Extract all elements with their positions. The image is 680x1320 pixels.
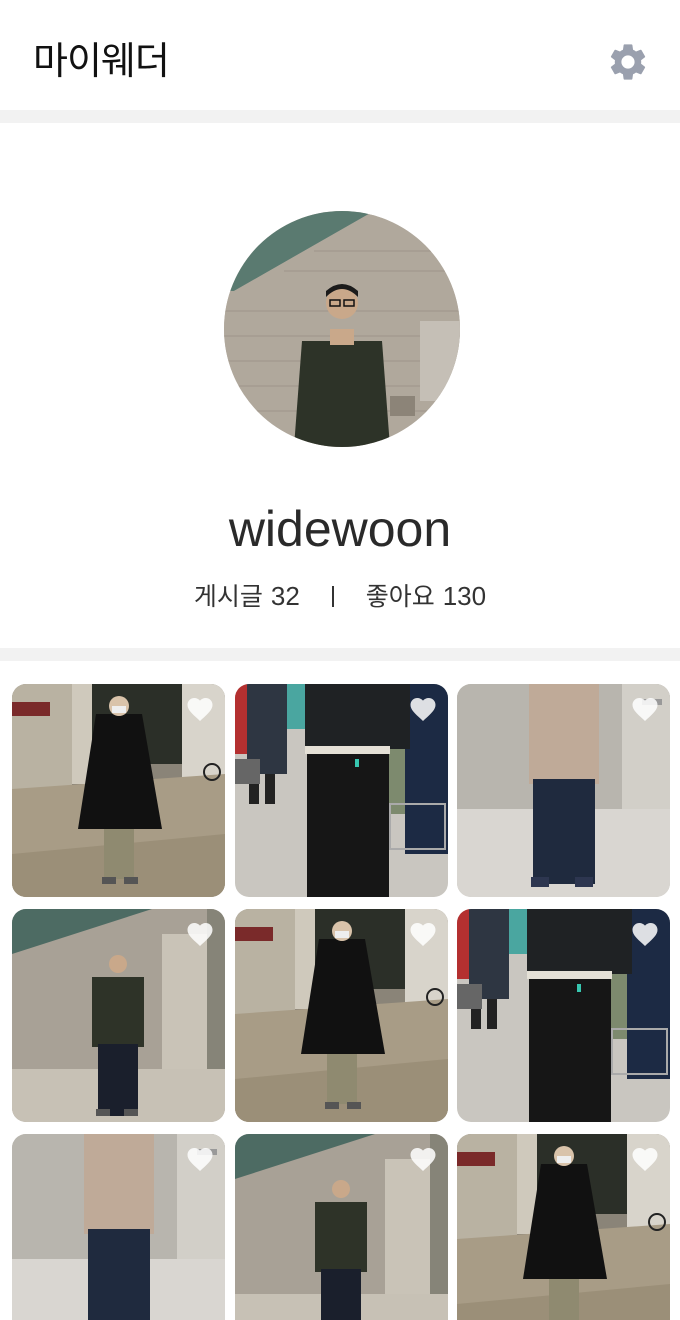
- heart-icon[interactable]: [185, 694, 215, 722]
- settings-button[interactable]: [606, 40, 650, 84]
- post-thumbnail[interactable]: [12, 1134, 225, 1320]
- heart-icon[interactable]: [408, 1144, 438, 1172]
- avatar[interactable]: [224, 211, 460, 447]
- profile-stats: 게시글 32 좋아요 130: [0, 577, 680, 613]
- gear-icon: [610, 44, 646, 80]
- likes-label: 좋아요: [365, 582, 435, 611]
- username: widewoon: [228, 501, 452, 557]
- post-thumbnail[interactable]: [457, 684, 670, 897]
- post-thumbnail[interactable]: [235, 684, 448, 897]
- heart-icon[interactable]: [408, 919, 438, 947]
- post-thumbnail[interactable]: [235, 909, 448, 1122]
- stats-separator: [331, 586, 334, 607]
- posts-count: 32: [270, 581, 300, 611]
- profile-photo: [224, 211, 460, 447]
- page-title: 마이웨더: [33, 39, 170, 83]
- post-thumbnail[interactable]: [235, 1134, 448, 1320]
- profile-section: widewoon 게시글 32 좋아요 130: [0, 123, 680, 648]
- posts-label: 게시글: [193, 582, 263, 611]
- heart-icon[interactable]: [185, 1144, 215, 1172]
- app-header: 마이웨더: [0, 0, 680, 110]
- post-thumbnail[interactable]: [457, 909, 670, 1122]
- section-divider: [0, 110, 680, 123]
- post-thumbnail[interactable]: [12, 684, 225, 897]
- heart-icon[interactable]: [630, 1144, 660, 1172]
- heart-icon[interactable]: [630, 919, 660, 947]
- heart-icon[interactable]: [408, 694, 438, 722]
- post-thumbnail[interactable]: [457, 1134, 670, 1320]
- likes-count: 130: [442, 581, 487, 611]
- post-thumbnail[interactable]: [12, 909, 225, 1122]
- section-divider: [0, 648, 680, 661]
- heart-icon[interactable]: [630, 694, 660, 722]
- post-grid: [0, 661, 680, 1320]
- heart-icon[interactable]: [185, 919, 215, 947]
